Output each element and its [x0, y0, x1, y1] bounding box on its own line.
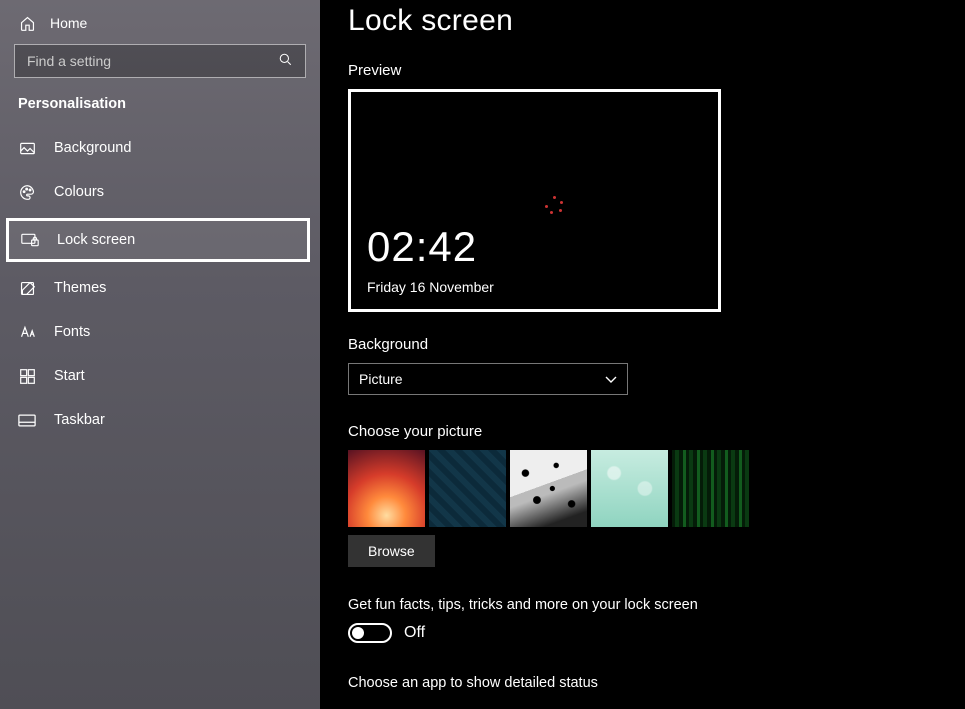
- preview-time: 02:42: [367, 223, 477, 271]
- browse-button[interactable]: Browse: [348, 535, 435, 567]
- palette-icon: [18, 183, 36, 201]
- background-dropdown[interactable]: Picture: [348, 363, 628, 395]
- fonts-icon: [18, 323, 36, 341]
- picture-thumb-5[interactable]: [672, 450, 749, 527]
- sidebar-item-label: Themes: [54, 280, 106, 296]
- dropdown-value: Picture: [359, 371, 403, 387]
- sidebar-item-taskbar[interactable]: Taskbar: [0, 398, 320, 442]
- page-title: Lock screen: [348, 4, 965, 38]
- start-icon: [18, 367, 36, 385]
- lockscreen-preview: 02:42 Friday 16 November: [348, 89, 721, 312]
- picture-thumb-2[interactable]: [429, 450, 506, 527]
- preview-label: Preview: [348, 62, 965, 79]
- detailed-status-label: Choose an app to show detailed status: [348, 675, 965, 691]
- picture-thumb-4[interactable]: [591, 450, 668, 527]
- settings-sidebar: Home Personalisation Background Colours …: [0, 0, 320, 709]
- sidebar-item-label: Colours: [54, 184, 104, 200]
- funfacts-label: Get fun facts, tips, tricks and more on …: [348, 597, 965, 613]
- choose-picture-label: Choose your picture: [348, 423, 965, 440]
- sidebar-item-background[interactable]: Background: [0, 126, 320, 170]
- loading-spinner-icon: [542, 196, 566, 220]
- home-label: Home: [50, 15, 87, 31]
- funfacts-state: Off: [404, 624, 425, 642]
- sidebar-item-themes[interactable]: Themes: [0, 266, 320, 310]
- funfacts-toggle[interactable]: [348, 623, 392, 643]
- picture-icon: [18, 139, 36, 157]
- picture-thumbnails: [348, 450, 965, 527]
- lock-screen-icon: [21, 231, 39, 249]
- themes-icon: [18, 279, 36, 297]
- sidebar-item-label: Lock screen: [57, 232, 135, 248]
- main-content: Lock screen Preview 02:42 Friday 16 Nove…: [320, 0, 965, 709]
- background-label: Background: [348, 336, 965, 353]
- sidebar-item-label: Start: [54, 368, 85, 384]
- sidebar-item-label: Taskbar: [54, 412, 105, 428]
- sidebar-item-label: Background: [54, 140, 131, 156]
- picture-thumb-3[interactable]: [510, 450, 587, 527]
- sidebar-item-label: Fonts: [54, 324, 90, 340]
- picture-thumb-1[interactable]: [348, 450, 425, 527]
- search-icon: [278, 52, 293, 70]
- search-input[interactable]: [27, 53, 278, 69]
- taskbar-icon: [18, 411, 36, 429]
- chevron-down-icon: [605, 371, 617, 387]
- sidebar-item-lock-screen[interactable]: Lock screen: [6, 218, 310, 262]
- sidebar-item-colours[interactable]: Colours: [0, 170, 320, 214]
- home-nav[interactable]: Home: [0, 8, 320, 44]
- preview-date: Friday 16 November: [367, 279, 494, 295]
- home-icon: [18, 14, 36, 32]
- sidebar-section-title: Personalisation: [0, 96, 320, 126]
- sidebar-item-start[interactable]: Start: [0, 354, 320, 398]
- search-settings[interactable]: [14, 44, 306, 78]
- sidebar-item-fonts[interactable]: Fonts: [0, 310, 320, 354]
